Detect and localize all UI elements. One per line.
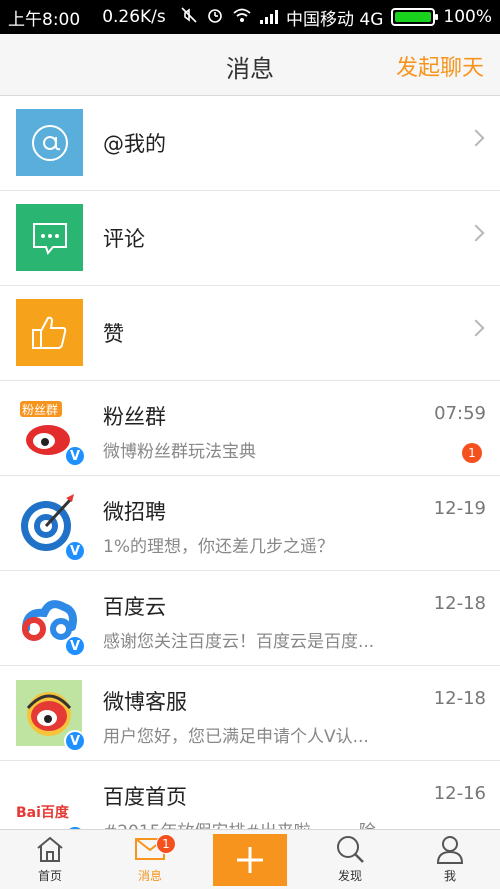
chevron-right-icon (467, 319, 485, 337)
sender-name: 百度云 (103, 595, 166, 619)
list-item[interactable]: 粉丝群 V 粉丝群 07:59 微博粉丝群玩法宝典 1 (0, 381, 500, 476)
tab-discover[interactable]: 发现 (300, 830, 400, 889)
status-bar: 上午8:00 0.26K/s 中国移动 4G 100% (0, 0, 500, 34)
chevron-right-icon (467, 129, 485, 147)
verified-badge: V (64, 540, 86, 562)
list-item[interactable]: V 微招聘 12-19 1%的理想，你还差几步之遥？ (0, 476, 500, 571)
clock: 上午8:00 (8, 9, 81, 30)
search-icon (335, 834, 365, 864)
network-speed: 0.26K/s (102, 7, 166, 27)
tab-label: 消息 (137, 869, 162, 883)
likes-row[interactable]: 赞 (0, 286, 500, 381)
unread-badge: 1 (462, 443, 482, 463)
message-time: 12-18 (433, 688, 486, 709)
message-preview: 感谢您关注百度云！百度云是百度... (103, 632, 375, 652)
alarm-icon (206, 6, 224, 29)
baidu-logo-text: Bai百度 (16, 804, 70, 821)
battery-level: 100% (443, 7, 492, 27)
tab-me[interactable]: 我 (400, 830, 500, 889)
tab-home[interactable]: 首页 (0, 830, 100, 889)
chevron-right-icon (467, 224, 485, 242)
verified-badge: V (64, 730, 86, 752)
signal-icon (259, 10, 278, 24)
message-time: 12-16 (433, 783, 486, 804)
compose-button[interactable] (213, 834, 287, 886)
sender-name: 百度首页 (103, 785, 187, 809)
plus-icon (237, 847, 263, 873)
header: 消息 发起聊天 (0, 34, 500, 96)
list-item[interactable]: V 百度云 12-18 感谢您关注百度云！百度云是百度... (0, 571, 500, 666)
message-time: 12-18 (433, 593, 486, 614)
verified-badge: V (64, 445, 86, 467)
message-list: @我的 评论 赞 粉丝群 V 粉丝群 07:59 微博粉丝群玩法宝典 1 V 微… (0, 96, 500, 856)
verified-badge: V (64, 635, 86, 657)
comments-row[interactable]: 评论 (0, 191, 500, 286)
sender-name: 微博客服 (103, 690, 187, 714)
message-preview: 微博粉丝群玩法宝典 (103, 442, 256, 462)
home-icon (35, 834, 65, 864)
compose-tab (200, 830, 300, 889)
battery-icon (391, 8, 439, 26)
row-label: 评论 (103, 227, 145, 251)
tab-bar: 首页 消息 1 发现 我 (0, 829, 500, 889)
tab-label: 我 (443, 869, 456, 883)
message-preview: 1%的理想，你还差几步之遥？ (103, 537, 334, 557)
message-time: 07:59 (434, 403, 486, 424)
start-chat-button[interactable]: 发起聊天 (396, 50, 484, 82)
fan-group-logo-text: 粉丝群 (22, 403, 58, 417)
list-item[interactable]: V 微博客服 12-18 用户您好，您已满足申请个人V认... (0, 666, 500, 761)
sender-name: 粉丝群 (103, 405, 166, 429)
thumbs-up-icon (16, 299, 83, 366)
row-label: @我的 (103, 132, 166, 156)
person-icon (436, 834, 464, 864)
sender-name: 微招聘 (103, 500, 166, 524)
mute-icon (180, 6, 198, 29)
tab-badge: 1 (156, 834, 176, 854)
wifi-icon (232, 7, 252, 28)
tab-label: 首页 (37, 869, 62, 883)
message-preview: 用户您好，您已满足申请个人V认... (103, 727, 369, 747)
tab-messages[interactable]: 消息 1 (100, 830, 200, 889)
carrier: 中国移动 4G (285, 9, 384, 30)
at-icon (16, 109, 83, 176)
comment-icon (16, 204, 83, 271)
row-label: 赞 (103, 322, 124, 346)
mentions-row[interactable]: @我的 (0, 96, 500, 191)
message-time: 12-19 (433, 498, 486, 519)
tab-label: 发现 (337, 869, 362, 883)
